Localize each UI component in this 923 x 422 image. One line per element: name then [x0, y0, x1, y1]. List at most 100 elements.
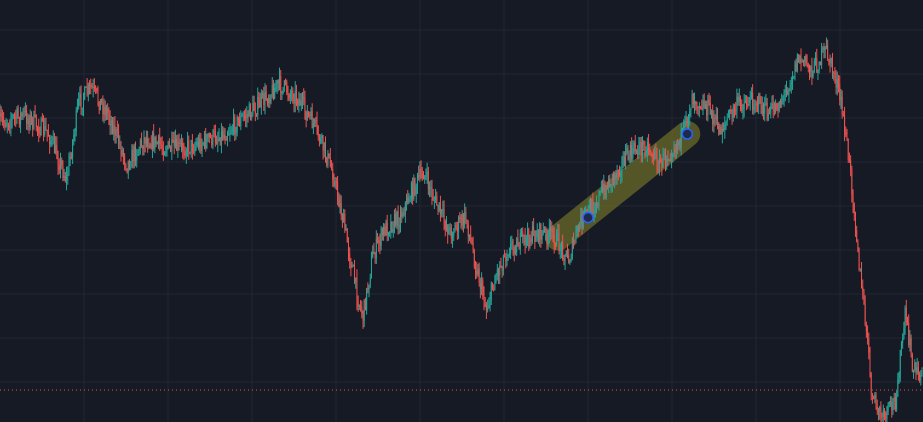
candle-body — [387, 232, 389, 236]
candle-body — [489, 299, 491, 306]
candle-body — [788, 90, 790, 95]
candle-body — [99, 99, 101, 111]
candle-body — [523, 234, 525, 237]
candle-body — [829, 62, 831, 64]
candle-body — [358, 304, 360, 307]
candle-body — [293, 100, 295, 104]
candle-body — [403, 213, 405, 215]
candle-body — [796, 54, 798, 71]
candle-body — [479, 283, 481, 289]
candle-body — [801, 60, 803, 63]
candle-body — [242, 115, 244, 117]
candle-body — [691, 94, 693, 109]
candle-body — [135, 146, 137, 161]
candle-body — [512, 241, 514, 248]
candle-body — [226, 135, 228, 141]
candle-body — [547, 236, 549, 244]
candle-body — [453, 232, 455, 237]
candle-body — [318, 136, 320, 143]
candle-body — [268, 98, 270, 104]
candle-body — [168, 141, 170, 147]
price-chart[interactable] — [0, 0, 923, 422]
candle-body — [164, 152, 166, 156]
candle-body — [112, 120, 114, 134]
candle-body — [251, 113, 253, 119]
candle-body — [535, 237, 537, 242]
candle-body — [406, 197, 408, 203]
candle-body — [177, 141, 179, 151]
candle-body — [283, 80, 285, 87]
highlighter-drawing[interactable] — [545, 121, 701, 251]
candle-body — [89, 84, 91, 86]
candle-body — [833, 72, 835, 74]
candle-body — [763, 105, 765, 114]
candle-body — [658, 156, 660, 170]
candle-body — [233, 116, 235, 130]
candle-body — [46, 129, 48, 133]
candle-body — [706, 104, 708, 116]
candle-body — [87, 84, 89, 95]
candle-body — [433, 200, 435, 202]
candle-body — [392, 229, 394, 232]
highlighter-anchor-start[interactable] — [582, 211, 594, 224]
candle-body — [149, 144, 151, 148]
candle-body — [482, 280, 484, 296]
candle-body — [550, 227, 552, 232]
candle-body — [79, 94, 81, 99]
candle-body — [738, 97, 740, 102]
candle-body — [12, 115, 14, 117]
candle-body — [201, 144, 203, 151]
candle-body — [400, 211, 402, 226]
candle-body — [573, 239, 575, 243]
candle-body — [810, 66, 812, 72]
candle-body — [448, 228, 450, 235]
candle-body — [648, 141, 650, 150]
candle-body — [454, 225, 456, 233]
chart-canvas[interactable] — [0, 0, 923, 422]
candle-body — [553, 234, 555, 246]
candle-body — [546, 228, 548, 244]
candle-body — [426, 171, 428, 176]
candle-body — [604, 183, 606, 198]
candle-body — [127, 160, 129, 173]
candle-body — [639, 141, 641, 147]
candle-body — [299, 98, 301, 106]
candle-body — [524, 234, 526, 245]
candle-body — [241, 115, 243, 117]
candle-body — [369, 277, 371, 286]
candle-body — [893, 397, 895, 401]
candle-body — [811, 66, 813, 78]
candle-body — [124, 156, 126, 164]
candle-body — [900, 342, 902, 350]
candle-body — [828, 59, 830, 63]
candle-body — [414, 178, 416, 194]
candle-body — [357, 302, 359, 307]
candle-body — [564, 256, 566, 261]
candle-body — [322, 135, 324, 151]
candle-body — [0, 113, 2, 117]
candle-body — [178, 141, 180, 143]
candle-body — [343, 214, 345, 223]
candle-body — [398, 225, 400, 227]
candle-body — [139, 140, 141, 149]
candle-body — [120, 143, 122, 156]
candle-body — [459, 217, 461, 219]
candle-body — [799, 56, 801, 63]
candle-body — [435, 195, 437, 201]
candle-body — [455, 225, 457, 227]
candle-body — [625, 152, 627, 166]
candle-body — [725, 120, 727, 125]
candle-body — [380, 228, 382, 246]
candle-body — [363, 299, 365, 321]
candle-body — [596, 203, 598, 209]
candle-body — [695, 101, 697, 105]
candle-body — [339, 203, 341, 208]
candle-body — [577, 225, 579, 231]
candle-body — [43, 119, 45, 135]
candle-body — [656, 152, 658, 169]
candle-body — [295, 90, 297, 101]
candle-body — [465, 212, 467, 220]
candle-body — [477, 268, 479, 275]
highlighter-anchor-end[interactable] — [681, 128, 694, 140]
candle-body — [222, 131, 224, 139]
